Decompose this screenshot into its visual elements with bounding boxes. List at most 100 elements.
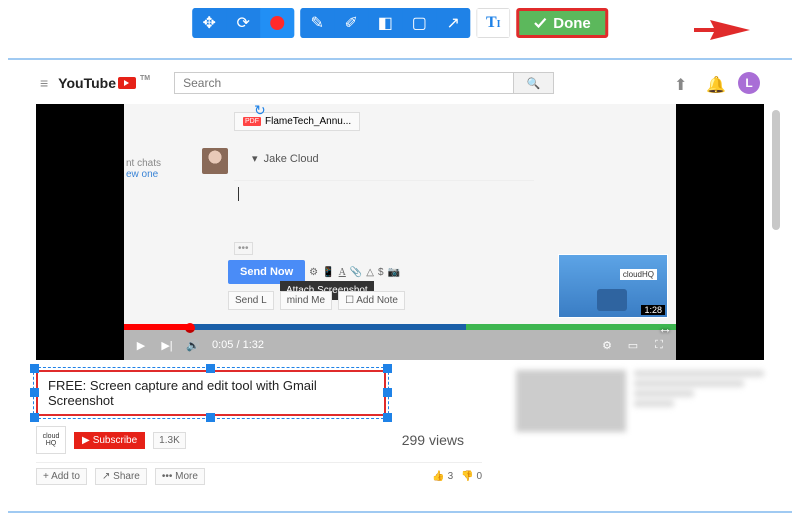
time-current: 0:05	[212, 339, 233, 351]
brush-tool-button[interactable]: ✎	[300, 8, 334, 38]
add-to-label: Add to	[51, 471, 80, 482]
time-total: 1:32	[243, 339, 264, 351]
subscribe-label: Subscribe	[93, 435, 137, 446]
tb-font-icon: A	[339, 267, 346, 278]
resize-handle[interactable]	[30, 388, 39, 397]
gmail-compose-scene: PDF FlameTech_Annu... nt chats ew one ▾ …	[124, 104, 676, 324]
compose-to-field: ▾ Jake Cloud	[252, 152, 319, 165]
send-later-button: Send L	[228, 291, 274, 310]
callout-arrow-icon	[692, 18, 752, 42]
done-label: Done	[553, 15, 591, 32]
search-icon: 🔍	[527, 77, 541, 90]
like-dislike: 👍 3 👎 0	[432, 471, 482, 482]
youtube-brand-text: YouTube	[58, 75, 116, 91]
compose-avatar	[202, 148, 228, 174]
below-video-section: FREE: Screen capture and edit tool with …	[36, 370, 764, 485]
eraser-icon: ◧	[378, 13, 393, 33]
channel-name-small: cloud HQ	[37, 433, 65, 447]
channel-row: cloud HQ ▶ Subscribe 1.3K 299 views	[36, 426, 482, 454]
search-container: 🔍	[174, 72, 664, 94]
search-button[interactable]: 🔍	[514, 72, 554, 94]
attachment-chip: PDF FlameTech_Annu...	[234, 112, 360, 131]
add-note-button: ☐ Add Note	[338, 291, 405, 310]
done-button[interactable]: Done	[516, 8, 608, 38]
highlighter-icon: ✐	[345, 13, 358, 33]
youtube-logo[interactable]: YouTube TM	[58, 75, 150, 91]
record-tool-button[interactable]	[260, 8, 294, 38]
rotate-handle-icon[interactable]: ↻	[254, 104, 266, 119]
video-player: PDF FlameTech_Annu... nt chats ew one ▾ …	[36, 104, 764, 360]
text-cursor	[238, 187, 239, 201]
video-content: PDF FlameTech_Annu... nt chats ew one ▾ …	[124, 104, 676, 360]
fullscreen-button[interactable]: ⛶	[652, 338, 666, 352]
letterbox-left	[36, 104, 124, 360]
tb-money-icon: $	[378, 267, 384, 278]
like-count: 3	[448, 471, 454, 482]
tool-group-move: ✥ ⟳	[192, 8, 294, 38]
resize-handle[interactable]	[30, 413, 39, 422]
rectangle-tool-button[interactable]: ▢	[402, 8, 436, 38]
header-right: ⬆ 🔔 L	[674, 72, 760, 94]
refresh-icon: ⟳	[237, 13, 250, 33]
resize-handle[interactable]	[206, 364, 215, 373]
refresh-tool-button[interactable]: ⟳	[226, 8, 260, 38]
player-controls: ▶ ▶| 🔊 0:05 / 1:32 ⚙ ▭ ⛶	[124, 330, 676, 360]
subscribe-button[interactable]: ▶ Subscribe	[74, 432, 145, 449]
related-thumb	[516, 370, 626, 432]
tool-group-text: TI	[476, 8, 510, 38]
thumb-brand: cloudHQ	[620, 269, 657, 280]
avatar[interactable]: L	[738, 72, 760, 94]
ellipsis-icon: •••	[234, 242, 253, 255]
menu-icon[interactable]: ≡	[40, 75, 48, 91]
share-label: Share	[113, 471, 140, 482]
like-button[interactable]: 👍 3	[432, 471, 453, 482]
subscriber-count: 1.3K	[153, 432, 186, 449]
text-icon: TI	[486, 14, 501, 32]
rectangle-icon: ▢	[412, 13, 427, 33]
volume-button[interactable]: 🔊	[186, 338, 200, 352]
play-button[interactable]: ▶	[134, 338, 148, 352]
youtube-play-icon	[118, 77, 136, 89]
brush-icon: ✎	[311, 13, 324, 33]
upload-icon[interactable]: ⬆	[674, 75, 690, 91]
theater-button[interactable]: ▭	[626, 338, 640, 352]
recipient-name: Jake Cloud	[264, 153, 319, 165]
attachment-name: FlameTech_Annu...	[265, 116, 351, 127]
more-button[interactable]: ••• More	[155, 468, 205, 485]
dislike-count: 0	[476, 471, 482, 482]
share-button[interactable]: ↗ Share	[95, 468, 147, 485]
resize-handle[interactable]	[30, 364, 39, 373]
move-tool-button[interactable]: ✥	[192, 8, 226, 38]
selection-outline	[33, 367, 389, 419]
chats-line2: ew one	[126, 169, 158, 180]
compose-second-row: Send L mind Me ☐ Add Note	[228, 291, 405, 310]
tb-phone-icon: 📱	[322, 267, 334, 278]
dislike-button[interactable]: 👎 0	[461, 471, 482, 482]
resize-handle[interactable]	[383, 364, 392, 373]
arrow-tool-button[interactable]: ↗	[436, 8, 470, 38]
search-input[interactable]	[174, 72, 514, 94]
tb-settings-icon: ⚙	[309, 267, 318, 278]
page-scrollbar[interactable]	[772, 110, 780, 230]
resize-handle[interactable]	[383, 388, 392, 397]
channel-logo[interactable]: cloud HQ	[36, 426, 66, 454]
settings-button[interactable]: ⚙	[600, 338, 614, 352]
mouse-cursor-icon: ↔	[658, 320, 672, 336]
youtube-header: ≡ YouTube TM 🔍 ⬆ 🔔 L	[36, 68, 764, 98]
notifications-icon[interactable]: 🔔	[706, 75, 722, 91]
video-title-selection[interactable]: FREE: Screen capture and edit tool with …	[36, 370, 386, 416]
next-button[interactable]: ▶|	[160, 338, 174, 352]
move-icon: ✥	[203, 13, 216, 33]
add-to-button[interactable]: + Add to	[36, 468, 87, 485]
youtube-tm: TM	[140, 75, 150, 82]
avatar-initial: L	[745, 76, 752, 90]
more-label: More	[175, 471, 198, 482]
tb-camera-icon: 📷	[388, 267, 400, 278]
eraser-tool-button[interactable]: ◧	[368, 8, 402, 38]
tool-group-draw: ✎ ✐ ◧ ▢ ↗	[300, 8, 470, 38]
highlighter-tool-button[interactable]: ✐	[334, 8, 368, 38]
resize-handle[interactable]	[383, 413, 392, 422]
text-tool-button[interactable]: TI	[476, 8, 510, 38]
resize-handle[interactable]	[206, 413, 215, 422]
screenshot-frame: ≡ YouTube TM 🔍 ⬆ 🔔 L PDF FlameTech_Annu.…	[8, 58, 792, 513]
